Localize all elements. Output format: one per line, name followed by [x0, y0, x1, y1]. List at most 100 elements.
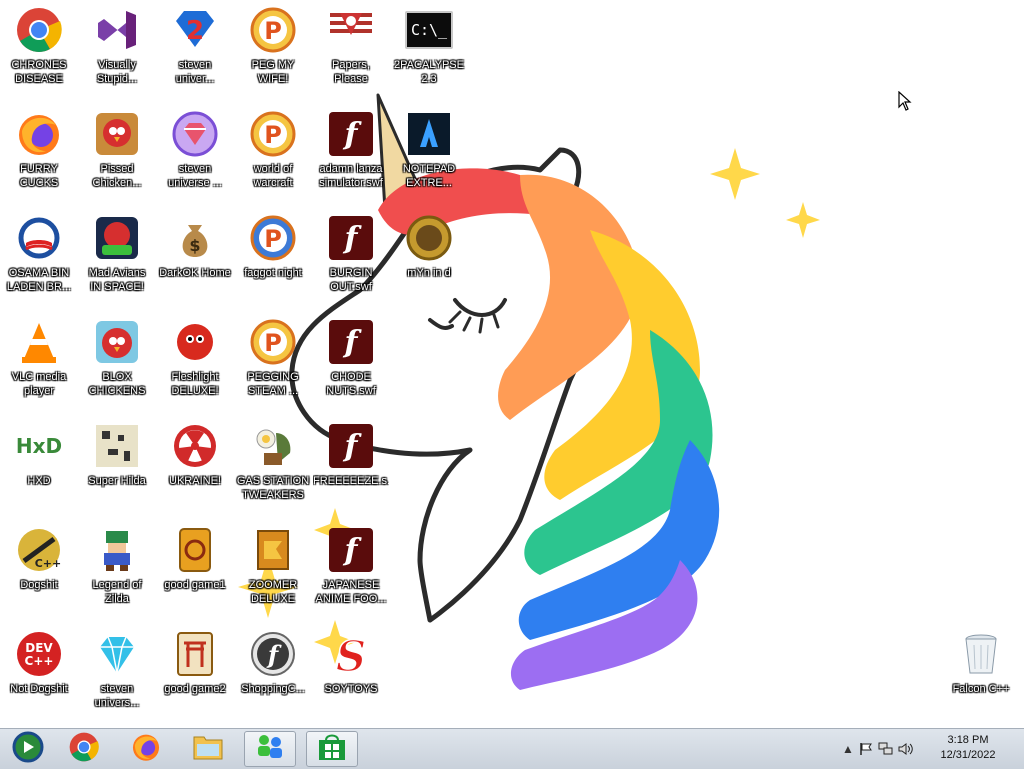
desktop-icon[interactable]: Visually Stupid...	[78, 0, 156, 96]
desktop-icon[interactable]: P PEGGING STEAM ...	[234, 312, 312, 408]
desktop-icon[interactable]: steven universe ...	[156, 104, 234, 200]
store-icon	[317, 732, 347, 767]
desktop-icon[interactable]: $ DarkOK Home	[156, 208, 234, 304]
desktop-icon[interactable]: BLOX CHICKENS	[78, 312, 156, 408]
flash-icon: f	[327, 318, 375, 366]
desktop-icon[interactable]: C:\_ 2PACALYPSE 2.3	[390, 0, 468, 96]
desktop-icon[interactable]: ZOOMER DELUXE	[234, 520, 312, 616]
mahjong-tile-icon	[171, 526, 219, 574]
firefox-icon	[15, 110, 63, 158]
desktop-icon-label: PEG MY WIFE!	[251, 59, 295, 85]
desktop-icon[interactable]: HxD HXD	[0, 416, 78, 512]
money-bag-icon: $	[171, 214, 219, 262]
dev-cpp-icon: DEV C++	[15, 630, 63, 678]
folder-icon	[192, 733, 224, 766]
network-users-icon	[254, 732, 286, 767]
desktop-icon[interactable]: VLC media player	[0, 312, 78, 408]
desktop-icon-label: steven univers...	[94, 683, 140, 709]
chrome-taskbar-button[interactable]	[58, 731, 110, 767]
network-icon[interactable]	[878, 741, 894, 757]
network-taskbar-button[interactable]	[244, 731, 296, 767]
desktop-icon[interactable]: mYn in d	[390, 208, 468, 304]
desktop[interactable]: CHRONES DISEASE Visually Stupid... 2 steven…	[0, 0, 1024, 728]
desktop-icon[interactable]: f CHODE NUTS.swf	[312, 312, 390, 408]
desktop-icon-label: CHRONES DISEASE	[11, 59, 67, 85]
desktop-icon[interactable]: Pworld of warcraft	[234, 104, 312, 200]
desktop-icon-label: ZOOMER DELUXE	[248, 579, 298, 605]
media-center-taskbar-button[interactable]	[2, 731, 54, 767]
peggle-nights-icon: P	[249, 214, 297, 262]
vlc-icon	[15, 318, 63, 366]
desktop-icon[interactable]: f BURGIN OUT.swf	[312, 208, 390, 304]
peggle-icon: P	[249, 318, 297, 366]
desktop-icon-label: BLOX CHICKENS	[88, 371, 146, 397]
desktop-icon[interactable]: Super Hilda	[78, 416, 156, 512]
explorer-taskbar-button[interactable]	[182, 731, 234, 767]
pixel-art-icon	[93, 422, 141, 470]
desktop-icon[interactable]: Pfaggot night	[234, 208, 312, 304]
desktop-icon[interactable]: good game1	[156, 520, 234, 616]
desktop-icon-label: world of warcraft	[253, 163, 293, 189]
desktop-icon[interactable]: GAS STATION TWEAKERS	[234, 416, 312, 512]
svg-text:P: P	[264, 17, 282, 45]
desktop-icon[interactable]: Fleshlight DELUXE!	[156, 312, 234, 408]
desktop-icon-label: Dogshit	[20, 579, 58, 591]
desktop-icon[interactable]: S SOYTOYS	[312, 624, 390, 720]
desktop-icon[interactable]: OSAMA BIN LADEN BR...	[0, 208, 78, 304]
desktop-icon[interactable]: 2 steven univer...	[156, 0, 234, 96]
desktop-icon-label: UKRAINE!	[169, 475, 221, 487]
desktop-icon-label: JAPANESE ANIME FOO...	[315, 579, 387, 605]
desktop-icon[interactable]: NOTEPAD EXTRE...	[390, 104, 468, 200]
desktop-icon-label: Falcon C++	[952, 683, 1010, 695]
desktop-icon[interactable]: f ShoppingC...	[234, 624, 312, 720]
angry-birds-space-icon	[93, 214, 141, 262]
store-taskbar-button[interactable]	[306, 731, 358, 767]
desktop-icon-label: BURGIN OUT.swf	[329, 267, 373, 293]
plants-zombies-icon	[249, 422, 297, 470]
desktop-icon[interactable]: Falcon C++	[942, 624, 1020, 720]
desktop-icon[interactable]: steven univers...	[78, 624, 156, 720]
desktop-icon-label: Mad Avians IN SPACE!	[88, 267, 146, 293]
desktop-icon-label: VLC media player	[11, 371, 67, 397]
firefox-icon	[131, 732, 161, 767]
desktop-icon[interactable]: UKRAINE!	[156, 416, 234, 512]
chrome-icon	[15, 6, 63, 54]
clock-time: 3:18 PM	[947, 734, 989, 746]
gold-coin-icon	[405, 214, 453, 262]
desktop-icon-label: good game1	[164, 579, 226, 591]
firefox-taskbar-button[interactable]	[120, 731, 172, 767]
desktop-icon-label: mYn in d	[407, 267, 451, 279]
sparkle-small	[786, 202, 820, 238]
show-hidden-icons-chevron[interactable]: ▲	[840, 741, 856, 757]
desktop-icon-label: Fleshlight DELUXE!	[171, 371, 219, 397]
desktop-icon-label: SOYTOYS	[324, 683, 378, 695]
desktop-icon[interactable]: Papers, Please	[312, 0, 390, 96]
desktop-icon[interactable]: f JAPANESE ANIME FOO...	[312, 520, 390, 616]
volume-icon[interactable]	[898, 741, 914, 757]
desktop-icon[interactable]: f FREEEEEZE.s...	[312, 416, 390, 512]
action-center-flag-icon[interactable]	[858, 741, 874, 757]
desktop-icon[interactable]: Legend of Zilda	[78, 520, 156, 616]
desktop-icon[interactable]: Pissed Chicken...	[78, 104, 156, 200]
desktop-icon-label: OSAMA BIN LADEN BR...	[6, 267, 72, 293]
desktop-icon[interactable]: FURRY CUCKS	[0, 104, 78, 200]
desktop-icon[interactable]: Mad Avians IN SPACE!	[78, 208, 156, 304]
desktop-icon[interactable]: good game2	[156, 624, 234, 720]
desktop-icon[interactable]: DEV C++ Not Dogshit	[0, 624, 78, 720]
desktop-icon-label: Super Hilda	[88, 475, 146, 487]
desktop-icon[interactable]: P PEG MY WIFE!	[234, 0, 312, 96]
red-fuzzball-icon	[171, 318, 219, 366]
flash-player-icon: f	[249, 630, 297, 678]
desktop-icon[interactable]: f adamn lanza simulator.swf	[312, 104, 390, 200]
clock-date: 12/31/2022	[940, 749, 996, 761]
desktop-icon[interactable]: CHRONES DISEASE	[0, 0, 78, 96]
desktop-icon[interactable]: C++ Dogshit	[0, 520, 78, 616]
taskbar-clock[interactable]: 3:18 PM 12/31/2022	[928, 733, 1008, 763]
diamond-icon	[93, 630, 141, 678]
system-tray: ▲ 3:18 PM 12/31/2022	[834, 729, 1024, 769]
desktop-icon-label: Legend of Zilda	[92, 579, 142, 605]
windows-media-center-icon	[12, 731, 44, 768]
desktop-icon-label: steven univer...	[175, 59, 215, 85]
desktop-icon-label: steven universe ...	[168, 163, 222, 189]
pixel-character-icon	[93, 526, 141, 574]
